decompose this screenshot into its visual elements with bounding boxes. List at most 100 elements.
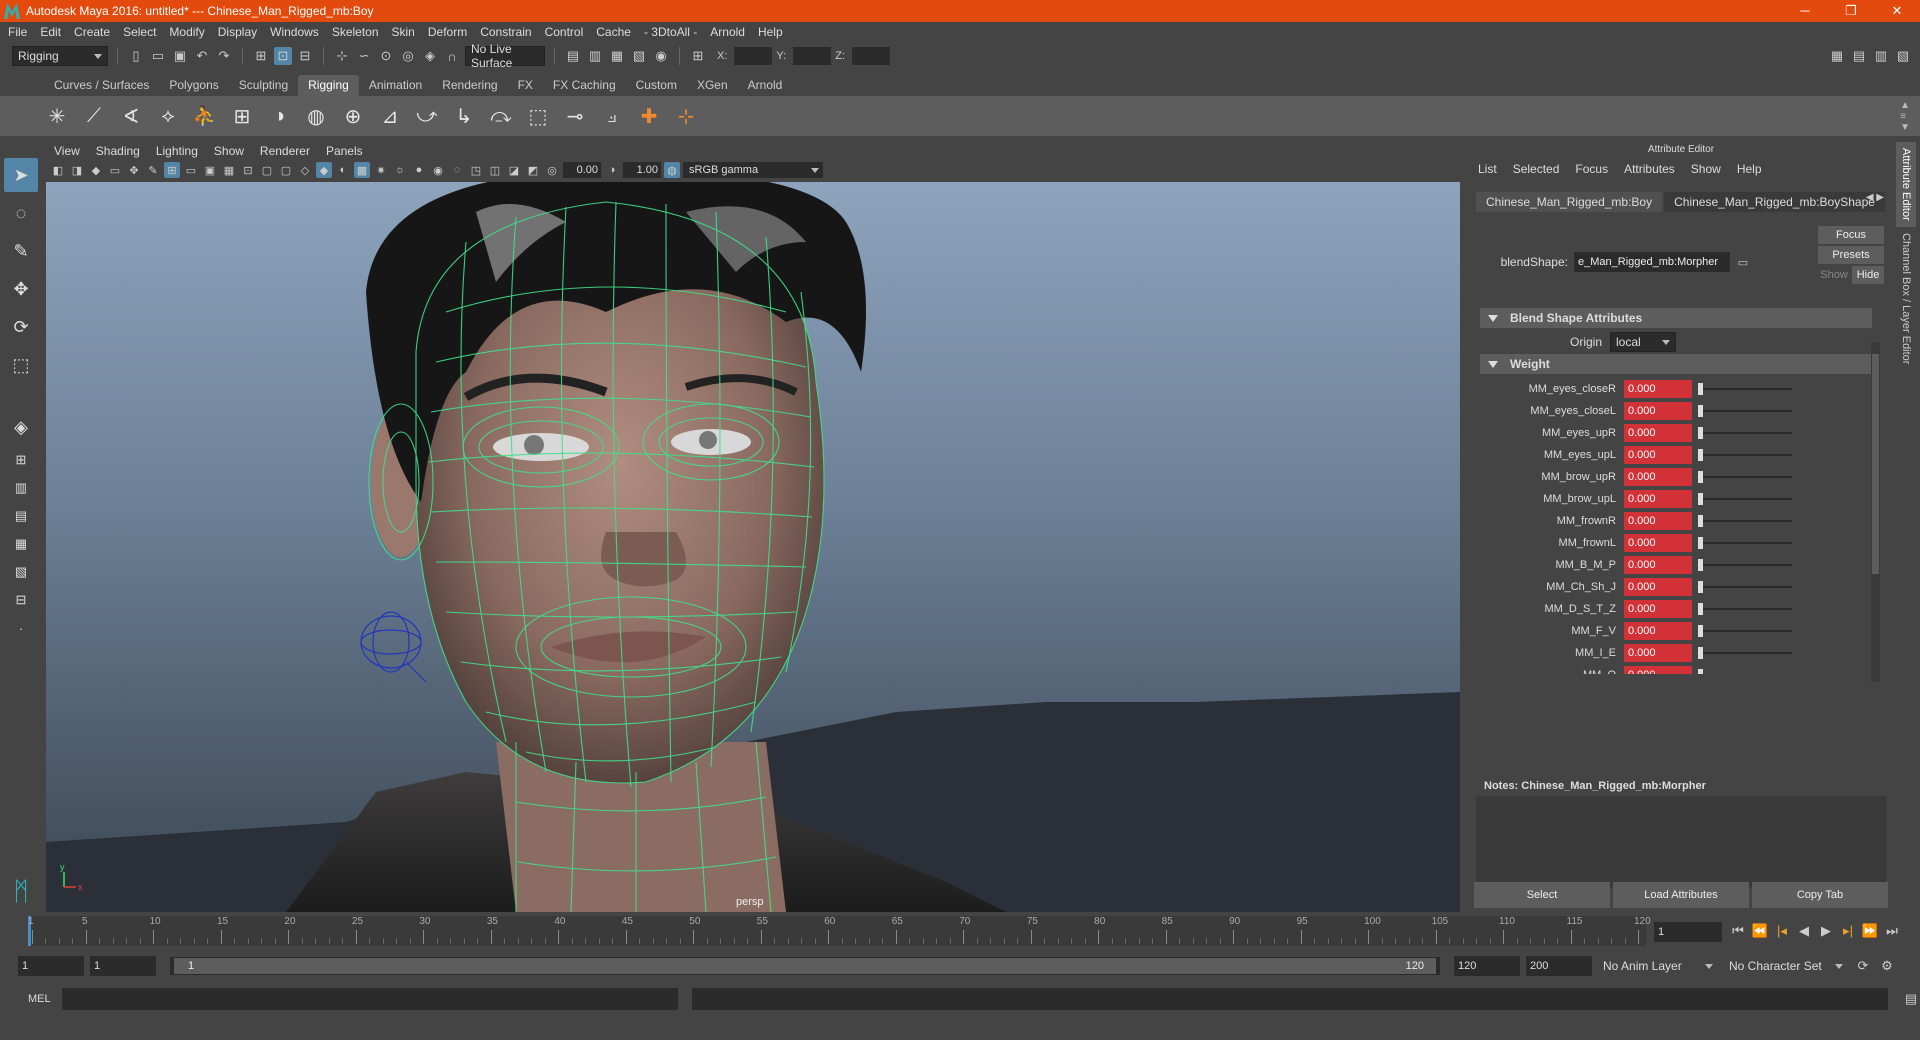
shelf-tab-sculpting[interactable]: Sculpting [229, 78, 298, 96]
snap-surface-icon[interactable]: ◈ [421, 47, 439, 65]
more-layouts-icon[interactable]: · [4, 616, 38, 640]
move-tool-icon[interactable]: ✥ [4, 272, 38, 306]
persp-graph-icon[interactable]: ▤ [4, 504, 38, 528]
gamma-icon[interactable]: ◑ [604, 162, 620, 178]
go-to-input-icon[interactable]: ▭ [1736, 253, 1750, 271]
menu-cache[interactable]: Cache [596, 25, 631, 39]
shadows-icon[interactable]: ☼ [392, 162, 408, 178]
select-hierarchy-icon[interactable]: ⊞ [252, 47, 270, 65]
resolution-gate-icon[interactable]: ▣ [202, 162, 218, 178]
weight-value-field[interactable]: 0.000 [1624, 380, 1692, 398]
xray-joints-icon[interactable]: ◩ [525, 162, 541, 178]
live-surface-field[interactable]: No Live Surface [465, 42, 545, 70]
snap-view-icon[interactable]: ◎ [399, 47, 417, 65]
menu-control[interactable]: Control [545, 25, 584, 39]
weight-value-field[interactable]: 0.000 [1624, 468, 1692, 486]
set-driven-key-icon[interactable]: ⊹ [671, 101, 701, 131]
four-view-icon[interactable]: ⊞ [4, 448, 38, 472]
persp-uv-icon[interactable]: ▧ [4, 560, 38, 584]
viewport-menu-lighting[interactable]: Lighting [156, 144, 198, 158]
pole-vector-icon[interactable]: ⟓ [597, 101, 627, 131]
play-forwards-icon[interactable]: ▶ [1818, 922, 1834, 940]
shelf-tab-arnold[interactable]: Arnold [738, 78, 793, 96]
insert-joint-icon[interactable]: ⟋ [79, 101, 109, 131]
snap-point-icon[interactable]: ⊙ [377, 47, 395, 65]
xray-active-icon[interactable]: ◪ [506, 162, 522, 178]
menu-select[interactable]: Select [123, 25, 156, 39]
menu-create[interactable]: Create [74, 25, 110, 39]
joint-tool-icon[interactable]: ✳ [42, 101, 72, 131]
weight-slider[interactable] [1698, 446, 1798, 464]
weight-slider[interactable] [1698, 622, 1798, 640]
blend-shape-attributes-section[interactable]: Blend Shape Attributes [1480, 308, 1872, 328]
isolate-select-icon[interactable]: ◳ [468, 162, 484, 178]
use-all-lights-icon[interactable]: ✷ [373, 162, 389, 178]
menu-skeleton[interactable]: Skeleton [332, 25, 379, 39]
motion-blur-icon[interactable]: ◉ [430, 162, 446, 178]
z-field[interactable] [851, 47, 890, 65]
character-set-dropdown[interactable]: No Character Set [1724, 956, 1848, 976]
ae-menu-show[interactable]: Show [1691, 162, 1721, 176]
magnet-icon[interactable]: ∩ [443, 47, 461, 65]
shelf-tab-xgen[interactable]: XGen [687, 78, 738, 96]
slider-handle[interactable] [1698, 625, 1703, 637]
scale-tool-icon[interactable]: ⬚ [4, 348, 38, 382]
step-back-frame-icon[interactable]: |◂ [1774, 922, 1790, 940]
step-forward-frame-icon[interactable]: ▸| [1840, 922, 1856, 940]
slider-handle[interactable] [1698, 449, 1703, 461]
shelf-tab-fx-caching[interactable]: FX Caching [543, 78, 626, 96]
scale-constraint-icon[interactable]: ⬚ [523, 101, 553, 131]
redo-icon[interactable]: ↷ [215, 47, 233, 65]
menu-file[interactable]: File [8, 25, 27, 39]
select-tool-icon[interactable]: ➤ [4, 158, 38, 192]
auto-key-icon[interactable]: ⟳ [1854, 957, 1872, 975]
weight-value-field[interactable]: 0.000 [1624, 402, 1692, 420]
ae-menu-selected[interactable]: Selected [1513, 162, 1560, 176]
animation-preferences-icon[interactable]: ⚙ [1878, 957, 1896, 975]
open-scene-icon[interactable]: ▭ [149, 47, 167, 65]
menu-windows[interactable]: Windows [270, 25, 319, 39]
menu-3dtoall[interactable]: - 3DtoAll - [644, 25, 697, 39]
shelf-tab-custom[interactable]: Custom [626, 78, 687, 96]
viewport-menu-panels[interactable]: Panels [326, 144, 363, 158]
slider-handle[interactable] [1698, 559, 1703, 571]
slider-handle[interactable] [1698, 427, 1703, 439]
weight-slider[interactable] [1698, 666, 1798, 674]
camera-attributes-icon[interactable]: ◨ [69, 162, 85, 178]
safe-title-icon[interactable]: ▢ [278, 162, 294, 178]
head-control-icon[interactable] [360, 611, 427, 683]
weight-value-field[interactable]: 0.000 [1624, 446, 1692, 464]
modeling-toolkit-icon[interactable]: ▦ [1828, 47, 1846, 65]
weight-slider[interactable] [1698, 468, 1798, 486]
ik-spline-icon[interactable]: ⟡ [153, 101, 183, 131]
twod-pan-icon[interactable]: ✥ [126, 162, 142, 178]
origin-dropdown[interactable]: local [1610, 332, 1677, 352]
undo-icon[interactable]: ↶ [193, 47, 211, 65]
select-button[interactable]: Select [1474, 882, 1610, 908]
render-frame-icon[interactable]: ▥ [586, 47, 604, 65]
blendshape-name-field[interactable]: e_Man_Rigged_mb:Morpher [1574, 252, 1730, 272]
select-object-icon[interactable]: ⊡ [274, 47, 292, 65]
script-editor-icon[interactable]: ▤ [1902, 990, 1920, 1008]
locator-icon[interactable]: ✚ [634, 101, 664, 131]
shelf-tab-rendering[interactable]: Rendering [432, 78, 507, 96]
scrollbar-thumb[interactable] [1872, 354, 1879, 574]
copy-tab-button[interactable]: Copy Tab [1752, 882, 1888, 908]
step-back-key-icon[interactable]: ⏪ [1752, 922, 1768, 940]
humanik-icon[interactable]: ⛹ [190, 101, 220, 131]
close-button[interactable]: ✕ [1874, 0, 1920, 22]
slider-handle[interactable] [1698, 515, 1703, 527]
save-scene-icon[interactable]: ▣ [171, 47, 189, 65]
attribute-editor-toggle-icon[interactable]: ▤ [1850, 47, 1868, 65]
shelf-tab-curves-surfaces[interactable]: Curves / Surfaces [44, 78, 159, 96]
shelf-scroll-icon[interactable]: ▲ ≡ ▼ [1900, 100, 1910, 133]
wire-deformer-icon[interactable]: ⊕ [338, 101, 368, 131]
weight-slider[interactable] [1698, 490, 1798, 508]
viewport-menu-shading[interactable]: Shading [96, 144, 140, 158]
camera-select-icon[interactable]: ◧ [50, 162, 66, 178]
weight-slider[interactable] [1698, 556, 1798, 574]
menu-constrain[interactable]: Constrain [480, 25, 531, 39]
image-plane-icon[interactable]: ▭ [107, 162, 123, 178]
outliner-persp-icon[interactable]: ⊟ [4, 588, 38, 612]
transform-mode-icon[interactable]: ⊞ [689, 47, 707, 65]
